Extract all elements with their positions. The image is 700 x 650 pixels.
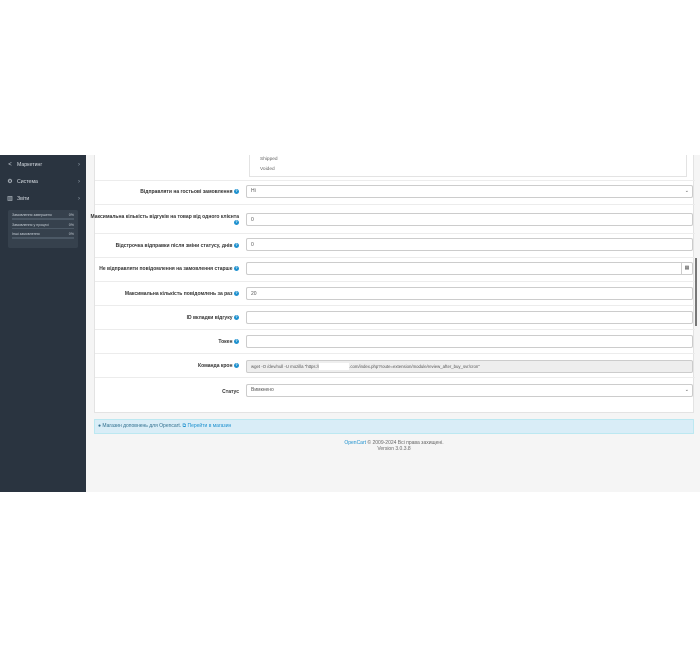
- max-reviews-input[interactable]: [246, 213, 693, 226]
- max-messages-input[interactable]: [246, 287, 693, 300]
- label-text: Максимальна кількість відгуків на товар …: [90, 214, 239, 220]
- chevron-right-icon: ›: [78, 195, 80, 202]
- sidebar-item-label: Система: [17, 178, 38, 185]
- stat-label: Інші замовлення: [12, 232, 40, 236]
- stat-progress-bar: [12, 218, 74, 220]
- question-icon[interactable]: ?: [234, 243, 239, 249]
- question-icon[interactable]: ?: [234, 363, 239, 369]
- form-row-tab-id: ID вкладки відгуку?: [95, 305, 695, 329]
- stat-value: 0%: [68, 222, 74, 227]
- list-item[interactable]: Voided: [250, 165, 686, 175]
- question-icon[interactable]: ?: [234, 339, 239, 345]
- chevron-down-icon: ⌄: [684, 387, 689, 393]
- stat-progress-bar: [12, 237, 74, 239]
- stat-label: Замовлення завершено: [12, 213, 52, 217]
- chevron-right-icon: ›: [78, 161, 80, 168]
- question-icon[interactable]: ?: [234, 315, 239, 321]
- field-label: Максимальна кількість відгуків на товар …: [89, 214, 239, 226]
- scrollbar[interactable]: [695, 258, 697, 326]
- tab-id-input[interactable]: [246, 311, 693, 324]
- order-stats-panel: Замовлення завершено 0% Замовлення у про…: [8, 210, 78, 248]
- label-text: Команда крон: [198, 363, 233, 369]
- stat-value: 0%: [68, 213, 74, 217]
- field-label: ID вкладки відгуку?: [89, 315, 239, 321]
- field-label: Не відправляти повідомлення на замовленн…: [89, 266, 239, 272]
- form-row-max-reviews: Максимальна кількість відгуків на товар …: [91, 204, 695, 233]
- gear-icon: ⚙: [7, 179, 13, 185]
- label-text: Максимальна кількість повідомлень за раз: [124, 291, 233, 297]
- select-value: Ні: [251, 188, 256, 194]
- stat-processing: Замовлення у процесі 0%: [12, 222, 74, 229]
- redacted-domain: [319, 363, 350, 371]
- info-alert: ● Магазин доповнень для Opencart. ⧉ Пере…: [94, 419, 694, 434]
- label-text: ID вкладки відгуку: [186, 315, 233, 321]
- form-row-max-messages: Максимальна кількість повідомлень за раз…: [95, 281, 695, 305]
- field-label: Токен?: [89, 339, 239, 345]
- cron-command-field[interactable]: wget -O /dev/null -U mozilla "https:// .c…: [246, 360, 693, 373]
- stat-value: 0%: [68, 232, 74, 236]
- chevron-down-icon: ⌄: [684, 188, 689, 194]
- info-icon: ●: [98, 423, 102, 429]
- cron-text-start: wget -O /dev/null -U mozilla "https://: [251, 364, 320, 369]
- order-status-checklist[interactable]: Shipped Voided: [249, 155, 687, 177]
- field-label: Відправляти на гостьові замовлення?: [89, 189, 239, 195]
- alert-text: Магазин доповнень для Opencart.: [102, 423, 182, 429]
- sidebar-item-marketing[interactable]: < Маркетинг ›: [0, 157, 86, 172]
- field-label: Максимальна кількість повідомлень за раз…: [89, 291, 239, 297]
- field-label: Команда крон?: [89, 363, 239, 369]
- sidebar: < Маркетинг › ⚙ Система › ▥ Звіти › Замо…: [0, 155, 86, 492]
- label-text: Статус: [222, 389, 239, 395]
- field-label: Статус: [89, 389, 239, 395]
- stat-completed: Замовлення завершено 0%: [12, 213, 74, 220]
- footer: OpenCart © 2009-2024 Всі права захищені.…: [94, 440, 694, 452]
- form-row-guest: Відправляти на гостьові замовлення? Ні ⌄: [95, 180, 695, 204]
- external-link-icon: ⧉: [182, 423, 187, 429]
- delay-days-input[interactable]: [246, 238, 693, 251]
- form-row-cron: Команда крон? wget -O /dev/null -U mozil…: [95, 353, 695, 377]
- form-row-status: Статус Вимкнено ⌄: [95, 377, 695, 401]
- main-content: Shipped Voided Відправляти на гостьові з…: [86, 155, 700, 492]
- calendar-icon[interactable]: ▦: [682, 262, 693, 275]
- guest-orders-select[interactable]: Ні ⌄: [246, 185, 693, 198]
- question-icon[interactable]: ?: [234, 266, 239, 272]
- store-link[interactable]: ⧉ Перейти в магазин: [183, 423, 232, 429]
- form-row-no-send-before: Не відправляти повідомлення на замовленн…: [95, 257, 695, 281]
- stat-label: Замовлення у процесі: [12, 222, 49, 227]
- version-text: Version 3.0.3.8: [377, 446, 411, 452]
- question-icon[interactable]: ?: [234, 220, 239, 226]
- label-text: Відправляти на гостьові замовлення: [140, 189, 233, 195]
- form-row-delay: Відстрочка відправки після зміни статусу…: [95, 233, 695, 257]
- field-label: Відстрочка відправки після зміни статусу…: [89, 243, 239, 249]
- label-text: Токен: [218, 339, 233, 345]
- sidebar-item-label: Маркетинг: [17, 161, 43, 168]
- stat-other: Інші замовлення 0%: [12, 232, 74, 239]
- cron-text-end: .com/index.php?route=extension/module/re…: [349, 364, 480, 369]
- stat-progress-bar: [12, 227, 74, 229]
- bar-chart-icon: ▥: [7, 196, 13, 202]
- question-icon[interactable]: ?: [234, 189, 239, 195]
- sidebar-item-label: Звіти: [17, 195, 30, 202]
- sidebar-item-reports[interactable]: ▥ Звіти ›: [0, 191, 86, 206]
- token-input[interactable]: [246, 335, 693, 348]
- list-item[interactable]: Shipped: [250, 155, 686, 165]
- question-icon[interactable]: ?: [234, 291, 239, 297]
- share-icon: <: [8, 161, 12, 168]
- store-link-label: Перейти в магазин: [187, 423, 232, 429]
- app-frame: < Маркетинг › ⚙ Система › ▥ Звіти › Замо…: [0, 155, 700, 492]
- select-value: Вимкнено: [251, 387, 274, 393]
- status-select[interactable]: Вимкнено ⌄: [246, 384, 693, 397]
- settings-panel: Shipped Voided Відправляти на гостьові з…: [91, 155, 695, 413]
- label-text: Відстрочка відправки після зміни статусу…: [115, 243, 233, 249]
- opencart-link[interactable]: OpenCart: [344, 440, 366, 446]
- form-row-token: Токен?: [95, 329, 695, 353]
- label-text: Не відправляти повідомлення на замовленн…: [99, 266, 233, 272]
- date-input[interactable]: [246, 262, 682, 275]
- chevron-right-icon: ›: [78, 178, 80, 185]
- sidebar-item-system[interactable]: ⚙ Система ›: [0, 174, 86, 189]
